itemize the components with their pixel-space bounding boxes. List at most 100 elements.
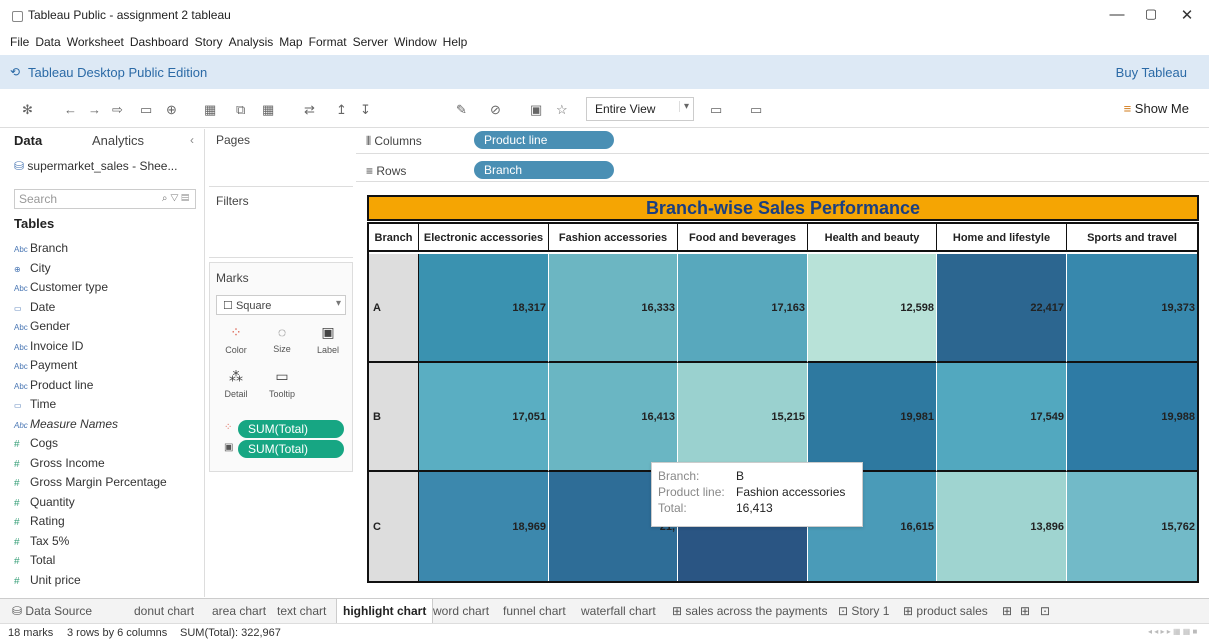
heatmap-cell[interactable]: 19,981 (808, 363, 937, 472)
tab-text-chart[interactable]: text chart (277, 604, 326, 618)
tooltip-branch-key: Branch: (658, 469, 700, 483)
search-input[interactable]: Search ⌕ ▽ ▤ (14, 189, 196, 209)
clear-sheet-icon[interactable]: ▦ (262, 102, 274, 118)
new-story-icon[interactable]: ⊡ (1040, 604, 1050, 618)
sort-desc-icon[interactable]: ↧ (360, 102, 371, 118)
heatmap-cell[interactable]: 17,051 (419, 363, 549, 472)
tab-data-source[interactable]: ⛁ Data Source (12, 604, 92, 618)
field-measure-names[interactable]: Abc Measure Names (14, 417, 118, 431)
menu-map[interactable]: Map (279, 35, 302, 49)
tab-word-chart[interactable]: word chart (433, 604, 489, 618)
field-quantity[interactable]: # Quantity (14, 495, 75, 509)
heatmap-cell[interactable]: 15,762 (1067, 472, 1197, 581)
field-cogs[interactable]: # Cogs (14, 436, 58, 450)
new-datasource-icon[interactable]: ⊕ (166, 102, 177, 118)
menu-window[interactable]: Window (394, 35, 437, 49)
heatmap-cell[interactable]: 16,413 (549, 363, 678, 472)
menu-worksheet[interactable]: Worksheet (67, 35, 124, 49)
label-pill[interactable]: SUM(Total) (238, 440, 344, 458)
color-label: Color (225, 345, 247, 355)
menu-analysis[interactable]: Analysis (229, 35, 274, 49)
group-icon[interactable]: ⊘ (490, 102, 501, 118)
field-branch[interactable]: Abc Branch (14, 241, 68, 255)
swap-icon[interactable]: ⇄ (304, 102, 315, 118)
menu-story[interactable]: Story (195, 35, 223, 49)
field-gross-income[interactable]: # Gross Income (14, 456, 105, 470)
collapse-pane-icon[interactable]: ‹ (190, 133, 194, 147)
tab-area-chart[interactable]: area chart (212, 604, 266, 618)
field-invoice-id[interactable]: Abc Invoice ID (14, 339, 83, 353)
field-total[interactable]: # Total (14, 553, 55, 567)
tab-data[interactable]: Data (14, 133, 42, 148)
tableau-icon[interactable]: ✻ (22, 102, 33, 118)
tab-waterfall-chart[interactable]: waterfall chart (581, 604, 656, 618)
field-rating[interactable]: # Rating (14, 514, 65, 528)
tab-sales-across-the-payments[interactable]: ⊞ sales across the payments (672, 604, 827, 618)
tab-analytics[interactable]: Analytics (92, 133, 144, 148)
duplicate-sheet-icon[interactable]: ⧉ (236, 102, 245, 118)
cards-icon[interactable]: ▭ (710, 102, 722, 118)
tab-funnel-chart[interactable]: funnel chart (503, 604, 566, 618)
heatmap-cell[interactable]: 17,163 (678, 254, 808, 363)
tab-product-sales[interactable]: ⊞ product sales (903, 604, 988, 618)
tab-story-1[interactable]: ⊡ Story 1 (838, 604, 889, 618)
tooltip-button[interactable]: ▭ Tooltip (264, 368, 300, 399)
field-gross-margin-percentage[interactable]: # Gross Margin Percentage (14, 475, 167, 489)
menu-server[interactable]: Server (353, 35, 388, 49)
heatmap-cell[interactable]: 12,598 (808, 254, 937, 363)
menu-help[interactable]: Help (443, 35, 468, 49)
redo-icon[interactable]: → (88, 102, 101, 117)
nav-arrows-icon[interactable]: ◂ ◂ ▸ ▸ ▦ ▦ ■ (1148, 627, 1197, 636)
presentation-icon[interactable]: ▭ (750, 102, 762, 118)
undo-icon[interactable]: ← (64, 102, 77, 117)
replay-icon[interactable]: ⇨ (112, 102, 123, 118)
field-city[interactable]: ⊕ City (14, 261, 51, 275)
view-mode-select[interactable]: Entire View ▾ (586, 97, 694, 121)
label-button[interactable]: ▣ Label (310, 324, 346, 355)
field-customer-type[interactable]: Abc Customer type (14, 280, 108, 294)
heatmap-cell[interactable]: 17,549 (937, 363, 1067, 472)
heatmap-cell[interactable]: 19,988 (1067, 363, 1197, 472)
field-unit-price[interactable]: # Unit price (14, 573, 81, 587)
restore-button[interactable]: ▢ (1136, 6, 1166, 22)
tab-donut-chart[interactable]: donut chart (134, 604, 194, 618)
new-worksheet-icon[interactable]: ⊞ (1002, 604, 1012, 618)
save-icon[interactable]: ▭ (140, 102, 152, 118)
heatmap-cell[interactable]: 19,373 (1067, 254, 1197, 363)
new-sheet-icon[interactable]: ▦ (204, 102, 216, 118)
datasource-name[interactable]: ⛁ supermarket_sales - Shee... (14, 159, 177, 173)
highlight-icon[interactable]: ✎ (456, 102, 467, 118)
sort-asc-icon[interactable]: ↥ (336, 102, 347, 118)
new-dashboard-icon[interactable]: ⊞ (1020, 604, 1030, 618)
heatmap-cell[interactable]: 16,333 (549, 254, 678, 363)
pin-axis-icon[interactable]: ☆ (556, 102, 568, 118)
close-button[interactable]: ✕ (1172, 6, 1202, 24)
labels-icon[interactable]: ▣ (530, 102, 542, 118)
menu-data[interactable]: Data (35, 35, 60, 49)
heatmap-cell[interactable]: 18,969 (419, 472, 549, 581)
menu-file[interactable]: File (10, 35, 29, 49)
heatmap-cell[interactable]: 15,215 (678, 363, 808, 472)
color-pill[interactable]: SUM(Total) (238, 420, 344, 438)
field-gender[interactable]: Abc Gender (14, 319, 70, 333)
tab-highlight-chart[interactable]: highlight chart (336, 599, 434, 623)
heatmap-cell[interactable]: 18,317 (419, 254, 549, 363)
color-button[interactable]: ⁘ Color (218, 324, 254, 355)
columns-pill[interactable]: Product line (474, 131, 614, 149)
menu-dashboard[interactable]: Dashboard (130, 35, 189, 49)
minimize-button[interactable]: — (1102, 6, 1132, 23)
show-me-button[interactable]: ≡ Show Me (1124, 101, 1189, 116)
heatmap-cell[interactable]: 22,417 (937, 254, 1067, 363)
size-button[interactable]: ◌ Size (264, 324, 300, 354)
field-time[interactable]: ▭ Time (14, 397, 56, 411)
field-payment[interactable]: Abc Payment (14, 358, 77, 372)
heatmap-cell[interactable]: 13,896 (937, 472, 1067, 581)
rows-pill[interactable]: Branch (474, 161, 614, 179)
field-tax-5-[interactable]: # Tax 5% (14, 534, 69, 548)
menu-format[interactable]: Format (309, 35, 347, 49)
field-product-line[interactable]: Abc Product line (14, 378, 93, 392)
detail-button[interactable]: ⁂ Detail (218, 368, 254, 399)
field-date[interactable]: ▭ Date (14, 300, 55, 314)
mark-type-select[interactable]: ☐ Square ▾ (216, 295, 346, 315)
buy-tableau-link[interactable]: Buy Tableau (1116, 65, 1187, 80)
